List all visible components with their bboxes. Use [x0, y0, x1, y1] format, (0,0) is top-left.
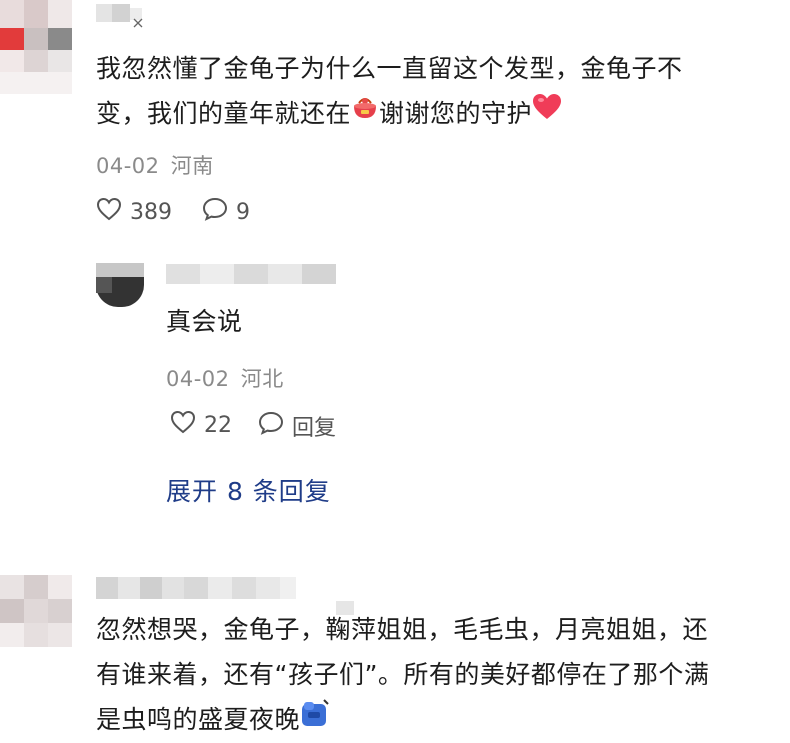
reply-count: 9 — [236, 199, 250, 225]
comment-meta: 04-02 河南 — [96, 150, 214, 180]
comment-2-line-3: 是虫鸣的盛夏夜晚 — [96, 698, 786, 743]
like-button[interactable]: 389 — [96, 197, 172, 227]
reply-like-count: 22 — [204, 412, 232, 438]
heart-outline-icon — [170, 410, 204, 440]
heart-outline-icon — [96, 197, 130, 227]
reply-like-button[interactable]: 22 — [170, 410, 232, 440]
comment-2-text: 忽然想哭，金龟子，鞠萍姐姐，毛毛虫，月亮姐姐，还 有谁来着，还有“孩子们”。所有… — [96, 608, 786, 743]
speech-bubble-icon — [258, 411, 292, 441]
comment-2-line-1: 忽然想哭，金龟子，鞠萍姐姐，毛毛虫，月亮姐姐，还 — [96, 615, 709, 644]
comment-2-line-2: 有谁来着，还有“孩子们”。所有的美好都停在了那个满 — [96, 660, 710, 689]
comment-location: 河南 — [170, 154, 214, 178]
red-bag-emoji — [351, 90, 379, 134]
reply-location: 河北 — [240, 367, 284, 391]
reply-avatar[interactable] — [96, 263, 144, 307]
like-count: 389 — [130, 199, 172, 225]
close-icon[interactable] — [133, 13, 143, 28]
avatar-2[interactable] — [0, 575, 72, 647]
comment-date: 04-02 — [96, 154, 160, 178]
speech-bubble-icon — [202, 197, 236, 227]
comment-line-1: 我忽然懂了金龟子为什么一直留这个发型，金龟子不 — [96, 54, 683, 83]
reply-date: 04-02 — [166, 367, 230, 391]
expand-replies-link[interactable]: 展开 8 条回复 — [166, 472, 331, 508]
reply-meta: 04-02 河北 — [166, 363, 284, 393]
reply-username-blurred[interactable] — [166, 262, 336, 286]
blue-bag-emoji — [300, 696, 330, 740]
comment-text: 我忽然懂了金龟子为什么一直留这个发型，金龟子不 变，我们的童年就还在 谢谢您的守护 — [96, 47, 786, 137]
reply-count-button[interactable]: 9 — [202, 197, 250, 227]
reply-label: 回复 — [292, 416, 337, 441]
comment-line-2: 变，我们的童年就还在 谢谢您的守护 — [96, 92, 786, 137]
reply-button[interactable]: 回复 — [258, 410, 336, 442]
avatar[interactable] — [0, 0, 72, 94]
reply-text: 真会说 — [166, 307, 243, 336]
red-heart-emoji — [532, 90, 562, 134]
